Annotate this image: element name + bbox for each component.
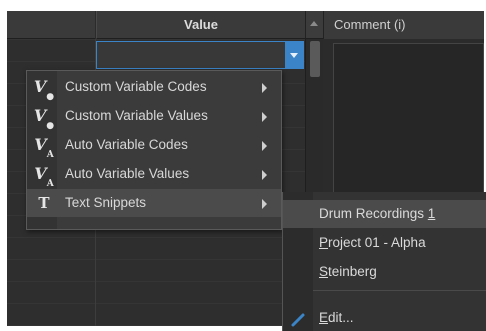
submenu-item-label: Drum Recordings 1 bbox=[319, 206, 436, 221]
insert-context-menu: V● Custom Variable Codes V● Custom Varia… bbox=[26, 70, 282, 230]
submenu-arrow-icon bbox=[262, 170, 267, 180]
column-header-value[interactable]: Value bbox=[96, 11, 305, 39]
menu-item-label: Custom Variable Codes bbox=[65, 79, 207, 94]
submenu-item-label: Project 01 - Alpha bbox=[319, 235, 426, 250]
submenu-arrow-icon bbox=[262, 112, 267, 122]
value-combobox[interactable] bbox=[96, 41, 304, 69]
submenu-item-edit[interactable]: Edit... bbox=[283, 304, 486, 331]
submenu-item-project-01-alpha[interactable]: Project 01 - Alpha bbox=[283, 229, 486, 257]
menu-item-custom-variable-values[interactable]: V● Custom Variable Values bbox=[27, 102, 281, 132]
menu-separator bbox=[313, 290, 486, 291]
submenu-item-label: Steinberg bbox=[319, 264, 377, 279]
pencil-icon bbox=[291, 313, 305, 327]
variable-auto-icon: VA bbox=[34, 135, 54, 161]
menu-item-label: Auto Variable Codes bbox=[65, 137, 188, 152]
menu-item-auto-variable-codes[interactable]: VA Auto Variable Codes bbox=[27, 131, 281, 161]
column-header-name[interactable] bbox=[7, 11, 95, 39]
screenshot: Value Comment (i) V● Custom Variable Cod… bbox=[0, 0, 486, 331]
scroll-up-button[interactable] bbox=[305, 11, 323, 39]
submenu-arrow-icon bbox=[262, 199, 267, 209]
arrow-up-icon bbox=[310, 21, 318, 26]
menu-item-auto-variable-values[interactable]: VA Auto Variable Values bbox=[27, 160, 281, 190]
variable-auto-icon: VA bbox=[34, 164, 54, 190]
variable-user-icon: V● bbox=[33, 77, 55, 103]
menu-item-label: Custom Variable Values bbox=[65, 108, 208, 123]
menu-item-label: Text Snippets bbox=[65, 195, 147, 210]
comment-header: Comment (i) bbox=[323, 11, 484, 39]
text-snippet-icon: T bbox=[38, 194, 50, 212]
submenu-arrow-icon bbox=[262, 141, 267, 151]
menu-item-custom-variable-codes[interactable]: V● Custom Variable Codes bbox=[27, 73, 281, 103]
scrollbar-thumb[interactable] bbox=[310, 41, 320, 77]
menu-item-label: Auto Variable Values bbox=[65, 166, 190, 181]
menu-item-text-snippets[interactable]: T Text Snippets bbox=[27, 189, 281, 217]
submenu-arrow-icon bbox=[262, 83, 267, 93]
variable-user-icon: V● bbox=[33, 106, 55, 132]
submenu-item-steinberg[interactable]: Steinberg bbox=[283, 258, 486, 286]
submenu-item-label: Edit... bbox=[319, 310, 354, 325]
submenu-item-drum-recordings[interactable]: Drum Recordings 1 bbox=[283, 200, 486, 228]
text-snippets-submenu: Drum Recordings 1 Project 01 - Alpha Ste… bbox=[282, 192, 486, 331]
chevron-down-icon bbox=[290, 53, 298, 58]
dropdown-button[interactable] bbox=[285, 42, 303, 68]
